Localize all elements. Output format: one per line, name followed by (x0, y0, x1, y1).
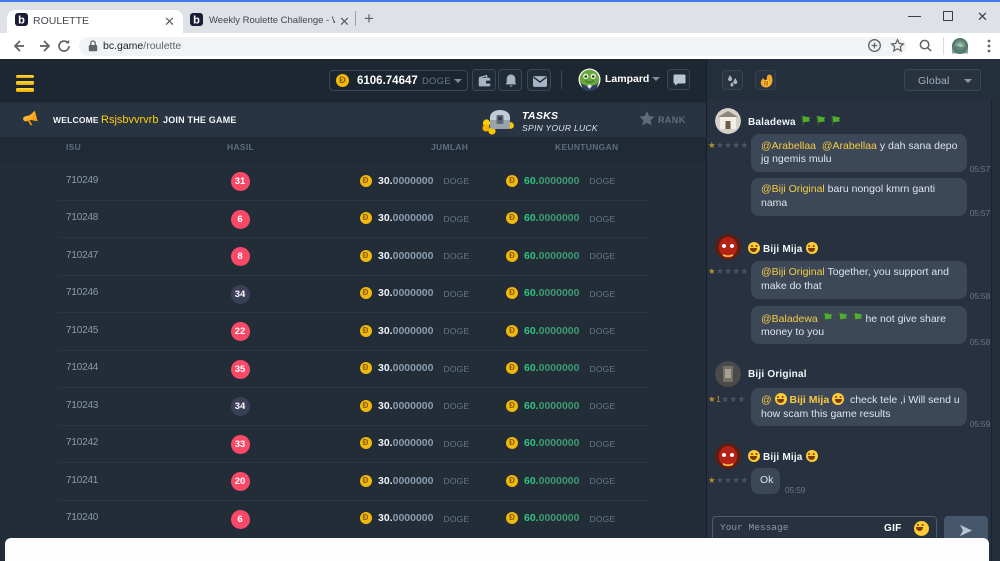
svg-text:B: B (764, 81, 769, 88)
svg-text:b: b (18, 14, 25, 26)
svg-text:b: b (193, 14, 200, 26)
